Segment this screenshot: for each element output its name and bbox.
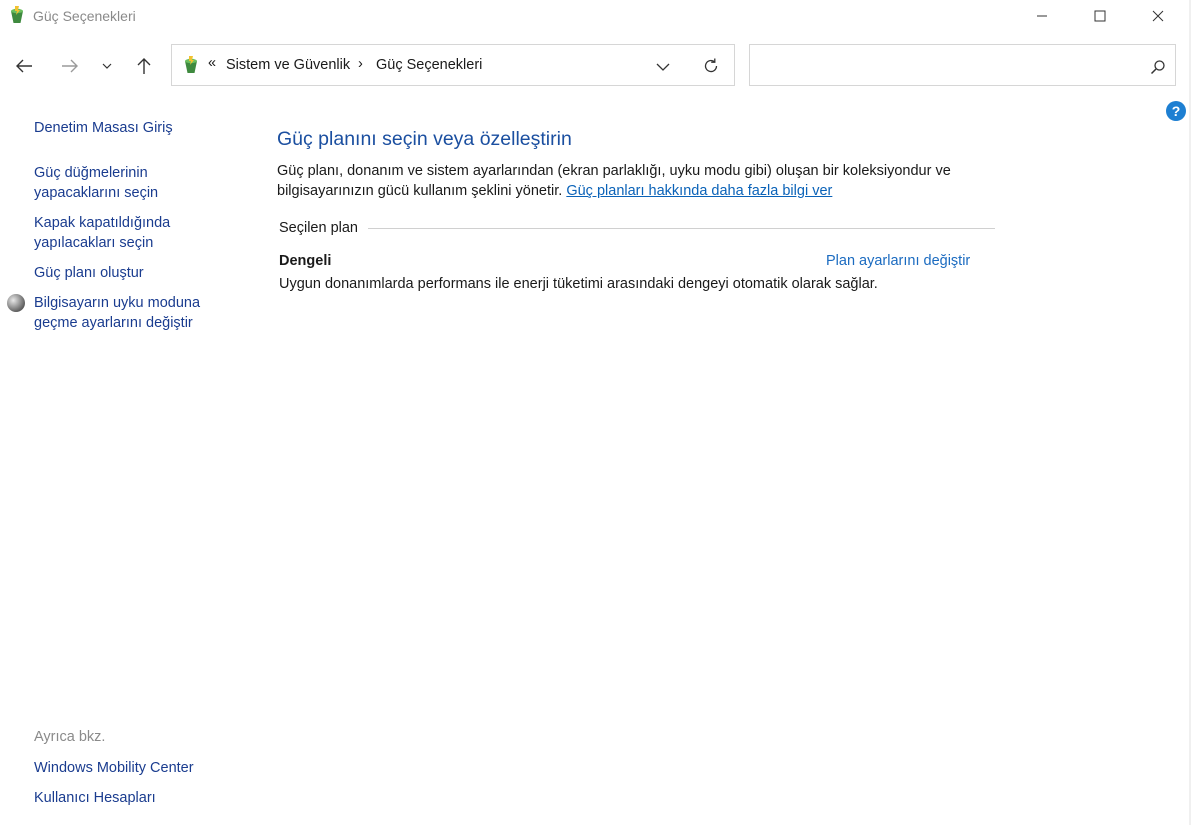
search-icon[interactable]	[1150, 59, 1166, 75]
chevron-down-icon	[102, 63, 112, 69]
page-description: Güç planı, donanım ve sistem ayarlarında…	[277, 161, 997, 201]
sidebar-home-link[interactable]: Denetim Masası Giriş	[34, 118, 173, 138]
learn-more-link[interactable]: Güç planları hakkında daha fazla bilgi v…	[566, 183, 832, 199]
help-button[interactable]: ?	[1166, 101, 1186, 121]
plan-name: Dengeli	[279, 253, 332, 269]
breadcrumb-item-sistem-ve-guvenlik[interactable]: Sistem ve Güvenlik	[226, 57, 350, 73]
title-bar: Güç Seçenekleri	[0, 0, 1191, 32]
see-also-user-accounts[interactable]: Kullanıcı Hesapları	[34, 788, 156, 808]
maximize-button[interactable]	[1071, 0, 1129, 32]
description-line-2: bilgisayarınızın gücü kullanım şeklini y…	[277, 183, 563, 199]
breadcrumb-separator[interactable]: ›	[358, 56, 363, 72]
section-divider	[368, 228, 995, 229]
minimize-button[interactable]	[1013, 0, 1071, 32]
recent-locations-button[interactable]	[94, 52, 120, 80]
chevron-down-icon	[656, 63, 670, 71]
arrow-right-icon	[62, 59, 78, 73]
see-also-windows-mobility-center[interactable]: Windows Mobility Center	[34, 758, 194, 778]
plan-description: Uygun donanımlarda performans ile enerji…	[279, 276, 878, 292]
sidebar-item-lid-close[interactable]: Kapak kapatıldığında yapılacakları seçin	[34, 213, 209, 253]
up-button[interactable]	[130, 52, 158, 80]
search-input[interactable]	[758, 53, 1142, 79]
refresh-button[interactable]	[702, 57, 720, 75]
forward-button[interactable]	[56, 52, 84, 80]
selected-plan-label: Seçilen plan	[279, 220, 358, 236]
sleep-moon-icon	[7, 294, 25, 312]
close-button[interactable]	[1129, 0, 1187, 32]
close-icon	[1152, 10, 1164, 22]
address-dropdown-button[interactable]	[656, 59, 674, 73]
breadcrumb-item-guc-secenekleri[interactable]: Güç Seçenekleri	[376, 57, 482, 73]
search-box[interactable]	[749, 44, 1176, 86]
see-also-label: Ayrıca bkz.	[34, 729, 106, 745]
breadcrumb-overflow[interactable]: «	[208, 55, 216, 71]
description-line-1: Güç planı, donanım ve sistem ayarlarında…	[277, 163, 951, 179]
sidebar-item-sleep-settings[interactable]: Bilgisayarın uyku moduna geçme ayarların…	[34, 293, 214, 333]
page-title: Güç planını seçin veya özelleştirin	[277, 128, 572, 150]
back-button[interactable]	[10, 52, 38, 80]
change-plan-settings-link[interactable]: Plan ayarlarını değiştir	[826, 253, 970, 269]
arrow-left-icon	[16, 59, 32, 73]
power-options-icon	[185, 56, 197, 73]
sidebar-item-power-buttons[interactable]: Güç düğmelerinin yapacaklarını seçin	[34, 163, 209, 203]
refresh-icon	[704, 58, 718, 73]
sidebar-item-create-plan[interactable]: Güç planı oluştur	[34, 263, 144, 283]
power-options-icon	[11, 6, 23, 23]
arrow-up-icon	[137, 58, 151, 74]
maximize-icon	[1094, 10, 1106, 22]
address-bar[interactable]: « Sistem ve Güvenlik › Güç Seçenekleri	[171, 44, 735, 86]
minimize-icon	[1037, 15, 1047, 17]
window-title: Güç Seçenekleri	[33, 8, 136, 24]
